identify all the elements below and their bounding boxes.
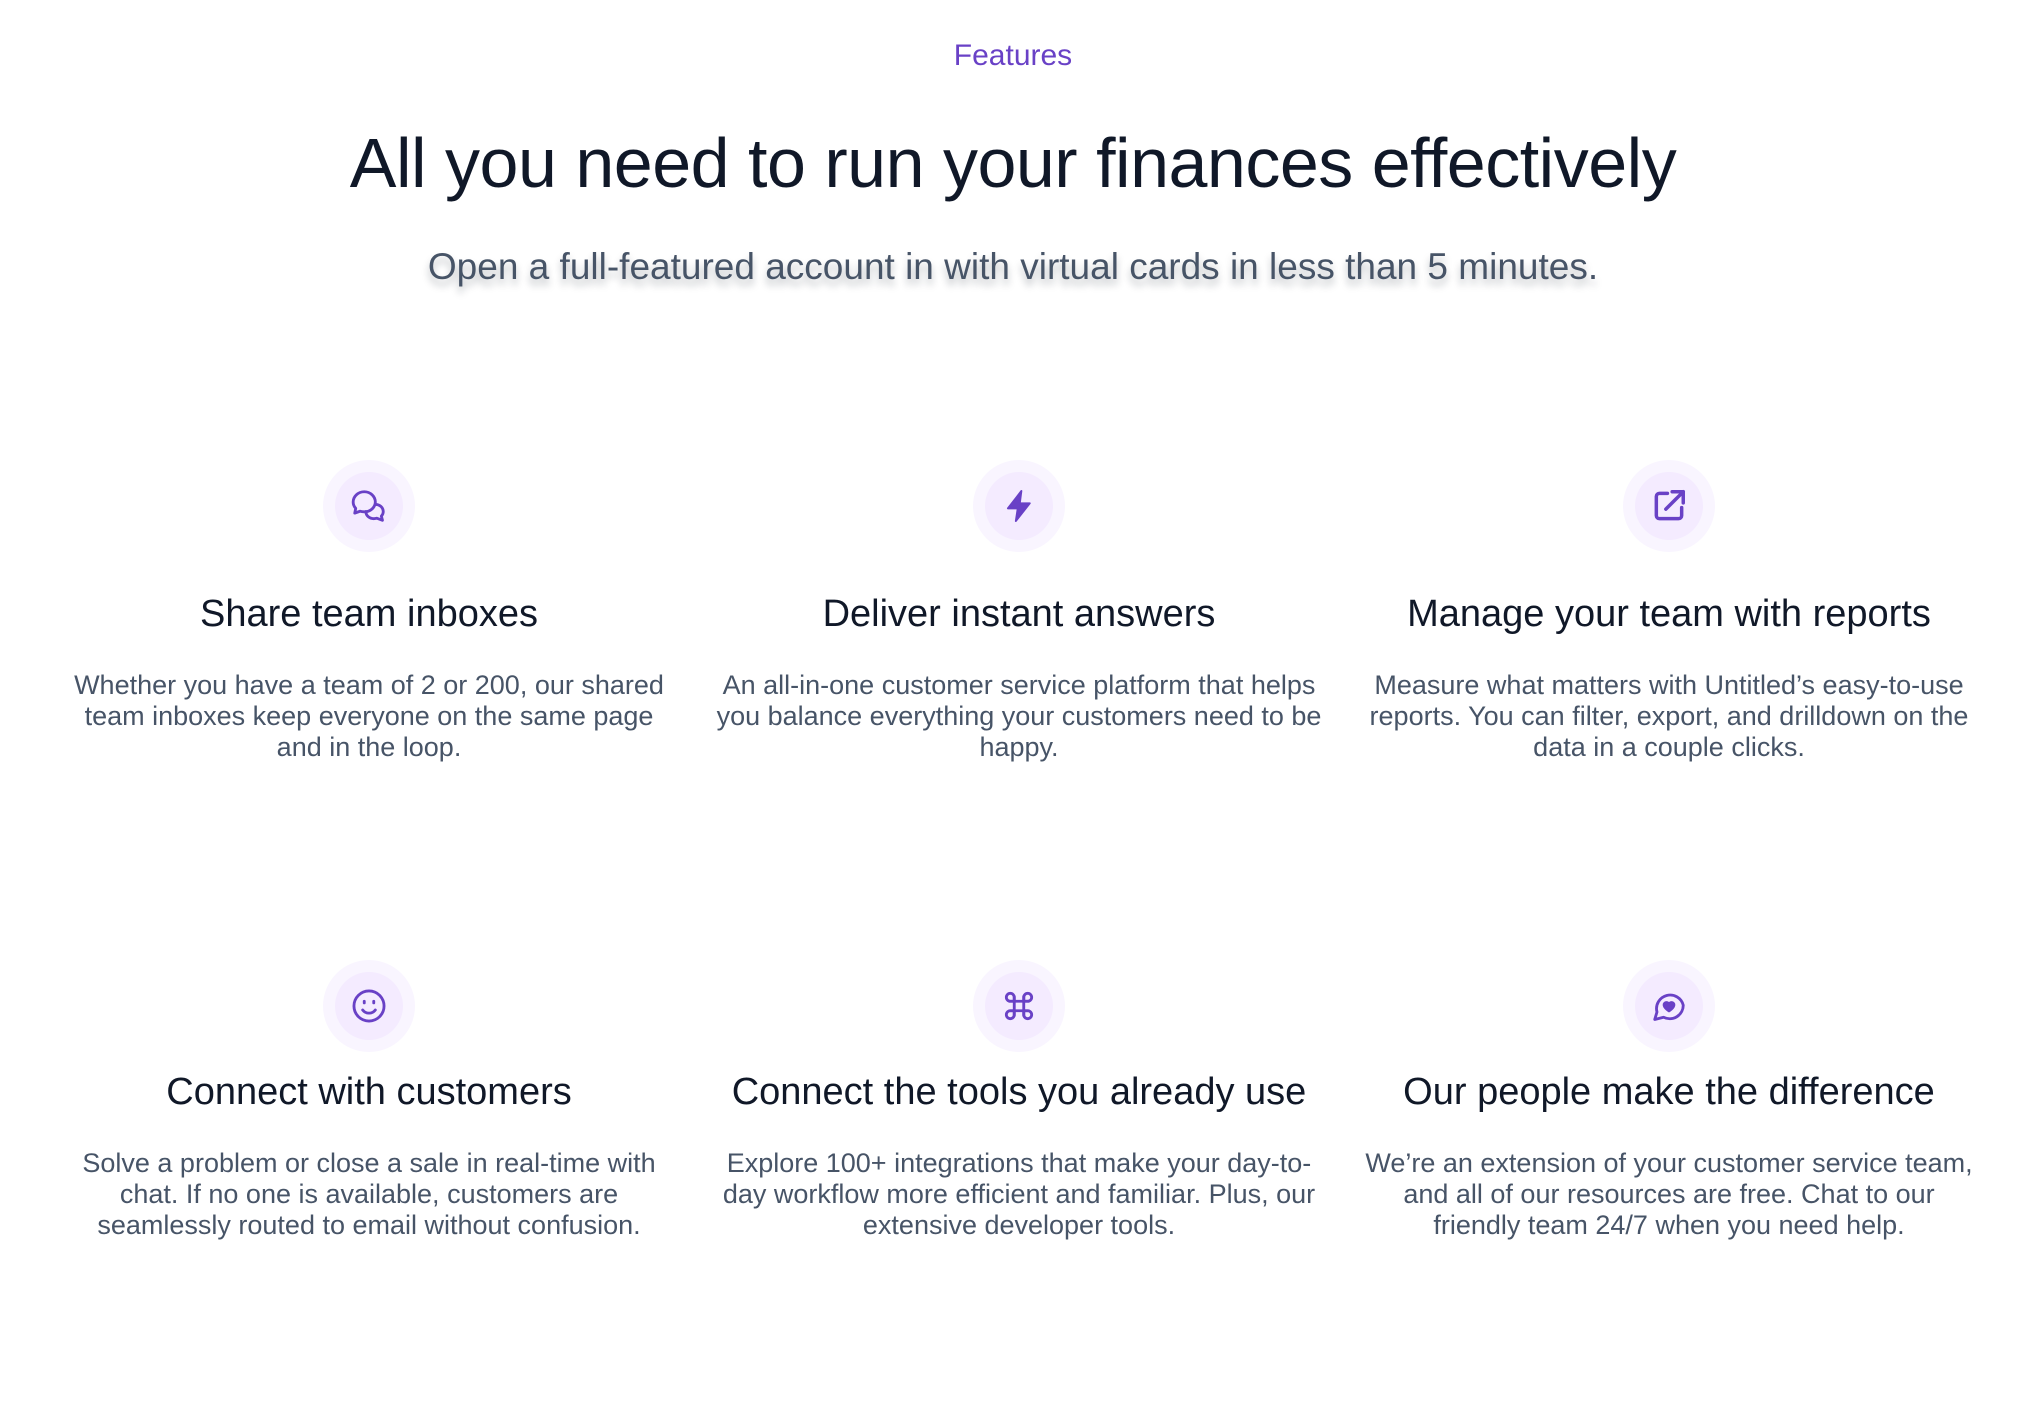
feature-description: Measure what matters with Untitled’s eas… (1369, 670, 1969, 762)
feature-icon-badge (973, 960, 1065, 1052)
feature-deliver-instant-answers: Deliver instant answers An all-in-one cu… (714, 460, 1324, 960)
message-chat-icon (351, 490, 385, 522)
feature-share-team-inboxes: Share team inboxes Whether you have a te… (64, 460, 674, 960)
feature-manage-team-reports: Manage your team with reports Measure wh… (1364, 460, 1974, 960)
feature-description: An all-in-one customer service platform … (716, 670, 1322, 762)
feature-title: Share team inboxes (200, 593, 538, 635)
features-section: Features All you need to run your financ… (0, 0, 2026, 1422)
feature-connect-customers: Connect with customers Solve a problem o… (64, 960, 674, 1420)
section-eyebrow: Features (953, 39, 1073, 72)
feature-icon-badge (973, 460, 1065, 552)
smile-icon (352, 989, 386, 1023)
feature-icon-badge (1623, 460, 1715, 552)
external-link-icon (1654, 490, 1685, 521)
feature-title: Connect with customers (166, 1071, 572, 1113)
command-icon (1004, 991, 1034, 1021)
feature-title: Manage your team with reports (1407, 593, 1931, 635)
feature-title: Deliver instant answers (822, 593, 1216, 635)
section-subtitle: Open a full-featured account in with vir… (427, 246, 1599, 287)
feature-people-difference: Our people make the difference We’re an … (1364, 960, 1974, 1420)
message-heart-icon (1653, 993, 1685, 1021)
section-title: All you need to run your finances effect… (349, 124, 1677, 202)
feature-description: We’re an extension of your customer serv… (1365, 1148, 1973, 1240)
feature-description: Explore 100+ integrations that make your… (722, 1148, 1316, 1240)
feature-title: Connect the tools you already use (731, 1071, 1307, 1113)
feature-icon-badge (323, 960, 415, 1052)
features-grid: Share team inboxes Whether you have a te… (64, 460, 1973, 1420)
feature-icon-badge (323, 460, 415, 552)
feature-icon-badge (1623, 960, 1715, 1052)
feature-title: Our people make the difference (1403, 1071, 1935, 1113)
feature-connect-tools: Connect the tools you already use Explor… (714, 960, 1324, 1420)
feature-description: Whether you have a team of 2 or 200, our… (74, 670, 664, 762)
feature-description: Solve a problem or close a sale in real-… (82, 1148, 656, 1240)
zap-icon (1006, 490, 1031, 522)
